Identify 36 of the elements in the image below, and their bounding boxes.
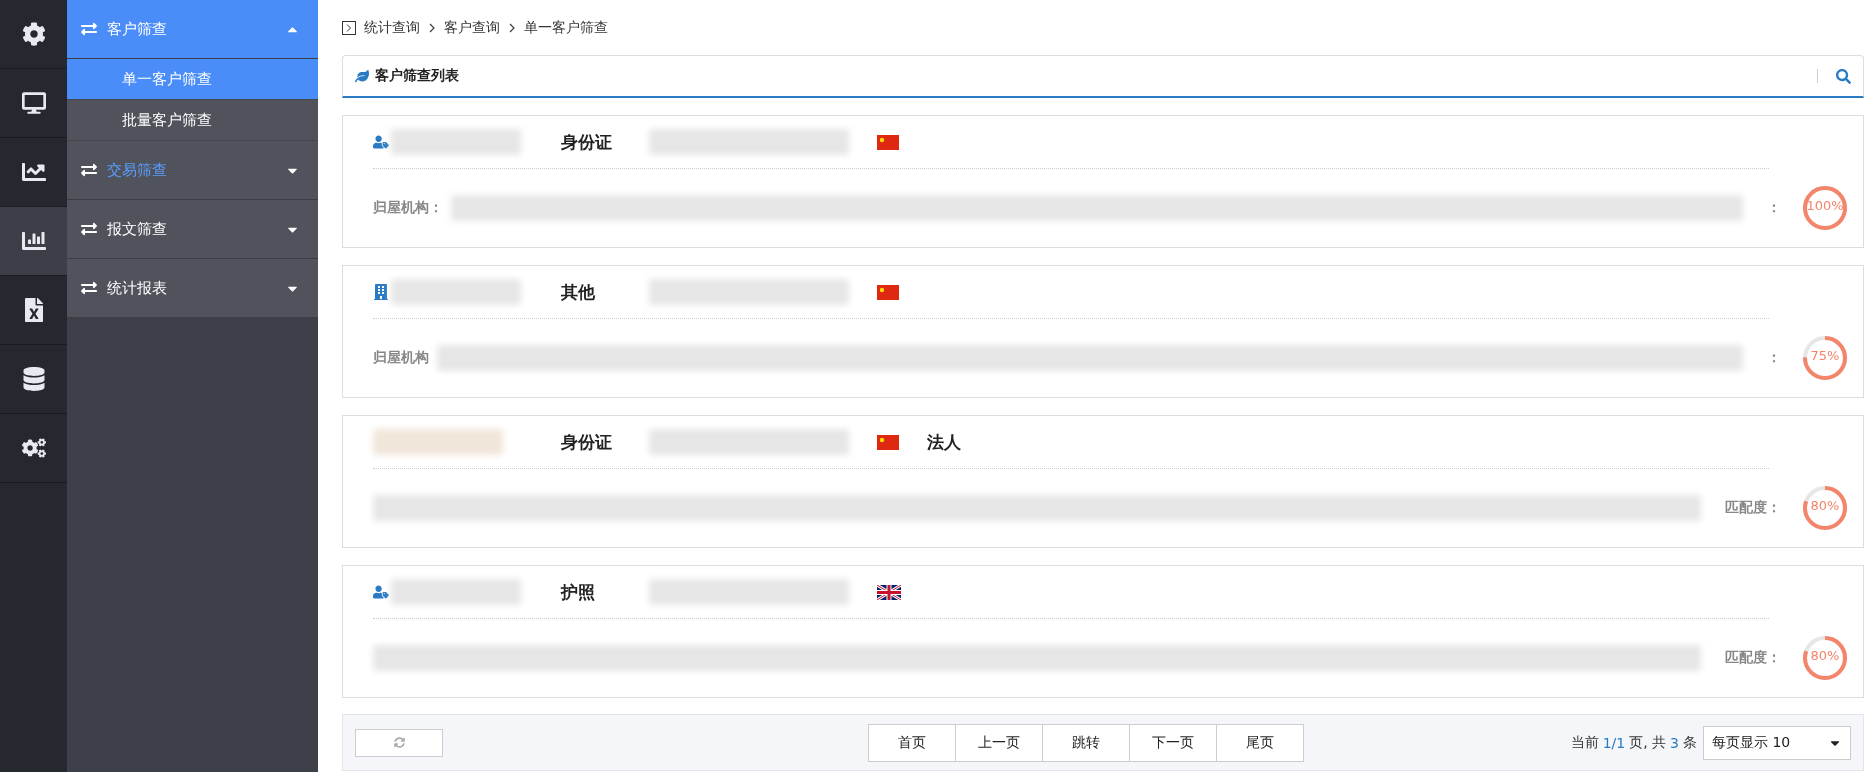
id-type: 身份证 xyxy=(561,430,613,454)
match-percent: 80% xyxy=(1809,648,1841,663)
page-size-select[interactable]: 每页显示 10 xyxy=(1703,725,1851,760)
detail-label: 归屋机构 xyxy=(373,349,429,367)
id-type: 其他 xyxy=(561,280,596,304)
panel-title: 客户筛查列表 xyxy=(375,67,460,85)
menu-group[interactable]: 报文筛查 xyxy=(67,200,318,259)
page-info-label: 页, 共 xyxy=(1629,733,1667,752)
menu-group[interactable]: 统计报表 xyxy=(67,259,318,318)
page-info-label: 当前 xyxy=(1570,733,1599,752)
match-percent: 80% xyxy=(1809,498,1841,513)
menu-group-label: 交易筛查 xyxy=(107,160,168,180)
page-button[interactable]: 下一页 xyxy=(1129,723,1218,762)
menu-item[interactable]: 批量客户筛查 xyxy=(67,100,318,141)
match-label: ： xyxy=(1767,349,1781,367)
breadcrumb-item[interactable]: 单一客户筛查 xyxy=(524,18,608,37)
page-button[interactable]: 跳转 xyxy=(1042,723,1131,762)
menu-group-label: 报文筛查 xyxy=(107,219,168,239)
menu-group-label: 统计报表 xyxy=(107,278,168,298)
breadcrumb-item[interactable]: 客户查询 xyxy=(444,18,500,37)
entity-type: 法人 xyxy=(927,430,961,454)
id-type: 身份证 xyxy=(561,130,613,154)
match-label: ： xyxy=(1767,199,1781,217)
current-page: 1/1 xyxy=(1602,734,1626,751)
page-info-label: 条 xyxy=(1683,733,1697,752)
breadcrumb-item[interactable]: 统计查询 xyxy=(364,18,420,37)
match-percent: 75% xyxy=(1809,348,1841,363)
menu-group-label: 客户筛查 xyxy=(107,19,168,39)
match-label: 匹配度： xyxy=(1725,649,1781,667)
match-label: 匹配度： xyxy=(1725,499,1781,517)
page-button[interactable]: 首页 xyxy=(868,723,957,762)
detail-label: 归屋机构： xyxy=(373,199,443,217)
page-button[interactable]: 上一页 xyxy=(955,723,1044,762)
total-count: 3 xyxy=(1670,734,1679,751)
page-button[interactable]: 尾页 xyxy=(1216,723,1305,762)
id-type: 护照 xyxy=(561,580,596,604)
